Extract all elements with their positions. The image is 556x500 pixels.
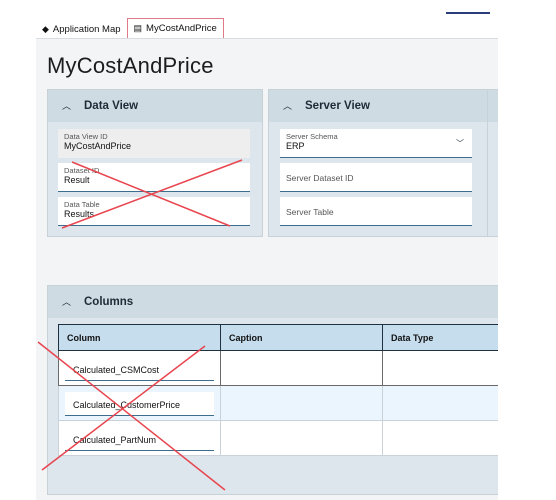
data-view-id-field: Data View ID MyCostAndPrice xyxy=(58,129,250,158)
data-table-field[interactable]: Data Table Results xyxy=(58,197,250,226)
panel-title: Server View xyxy=(305,100,371,112)
grid-header-data-type[interactable]: Data Type xyxy=(382,324,498,351)
server-view-header[interactable]: ︿ Server View xyxy=(269,90,489,122)
third-panel-edge xyxy=(487,89,498,237)
field-label: Data View ID xyxy=(64,132,108,141)
caption-cell[interactable] xyxy=(220,350,383,386)
field-label: Server Schema xyxy=(286,132,338,141)
column-name[interactable]: Calculated_PartNum xyxy=(65,427,214,451)
caption-cell[interactable] xyxy=(220,385,383,421)
data-view-panel: ︿ Data View Data View ID MyCostAndPrice … xyxy=(47,89,263,237)
data-type-cell[interactable] xyxy=(382,420,498,456)
server-schema-select[interactable]: Server Schema ERP ﹀ xyxy=(280,129,472,158)
server-table-field[interactable]: Server Table xyxy=(280,197,472,226)
data-type-cell[interactable] xyxy=(382,350,498,386)
column-name[interactable]: Calculated_CSMCost xyxy=(65,357,214,381)
table-row[interactable]: Calculated_PartNum xyxy=(58,420,498,456)
chevron-down-icon: ﹀ xyxy=(456,139,464,148)
field-value: Results xyxy=(64,209,95,220)
map-icon: ◆ xyxy=(42,23,49,34)
columns-grid: Column Caption Data Type ▶ Calculated_CS… xyxy=(58,324,498,456)
panel-title: Columns xyxy=(84,296,134,308)
column-cell[interactable]: ▶ Calculated_CSMCost xyxy=(58,350,221,386)
field-label: Dataset ID xyxy=(64,166,100,175)
field-placeholder: Server Dataset ID xyxy=(286,173,354,183)
field-value: Result xyxy=(64,175,90,186)
third-panel-header xyxy=(488,90,498,122)
table-row[interactable]: Calculated_CustomerPrice xyxy=(58,385,498,421)
chevron-up-icon[interactable]: ︿ xyxy=(283,99,297,112)
page-icon: ▤ xyxy=(133,23,143,33)
field-label: Data Table xyxy=(64,200,100,209)
table-row[interactable]: ▶ Calculated_CSMCost xyxy=(58,350,498,386)
panel-title: Data View xyxy=(84,100,139,112)
app-root: ◆ Application Map ▤ MyCostAndPrice MyCos… xyxy=(0,0,556,500)
header-accent-line xyxy=(446,12,490,14)
server-dataset-id-field[interactable]: Server Dataset ID xyxy=(280,163,472,192)
field-placeholder: Server Table xyxy=(286,207,334,217)
tab-label: MyCostAndPrice xyxy=(146,23,217,34)
field-value: MyCostAndPrice xyxy=(64,141,132,152)
tab-mycostandprice[interactable]: ▤ MyCostAndPrice xyxy=(126,18,224,40)
column-cell[interactable]: Calculated_CustomerPrice xyxy=(58,385,221,421)
caption-cell[interactable] xyxy=(220,420,383,456)
tab-application-map[interactable]: ◆ Application Map xyxy=(36,18,127,40)
data-type-cell[interactable] xyxy=(382,385,498,421)
column-cell[interactable]: Calculated_PartNum xyxy=(58,420,221,456)
chevron-up-icon[interactable]: ︿ xyxy=(62,99,76,112)
tab-strip: ◆ Application Map ▤ MyCostAndPrice xyxy=(36,12,224,40)
data-view-header[interactable]: ︿ Data View xyxy=(48,90,262,122)
grid-header-column[interactable]: Column xyxy=(58,324,221,351)
chevron-up-icon[interactable]: ︿ xyxy=(62,295,76,308)
dataset-id-field[interactable]: Dataset ID Result xyxy=(58,163,250,192)
grid-header-caption[interactable]: Caption xyxy=(220,324,383,351)
page-title: MyCostAndPrice xyxy=(47,53,214,78)
column-name[interactable]: Calculated_CustomerPrice xyxy=(65,392,214,416)
tab-label: Application Map xyxy=(52,23,121,35)
server-view-panel: ︿ Server View Server Schema ERP ﹀ Server… xyxy=(268,89,490,237)
field-value: ERP xyxy=(286,141,305,152)
columns-header[interactable]: ︿ Columns xyxy=(48,286,498,318)
